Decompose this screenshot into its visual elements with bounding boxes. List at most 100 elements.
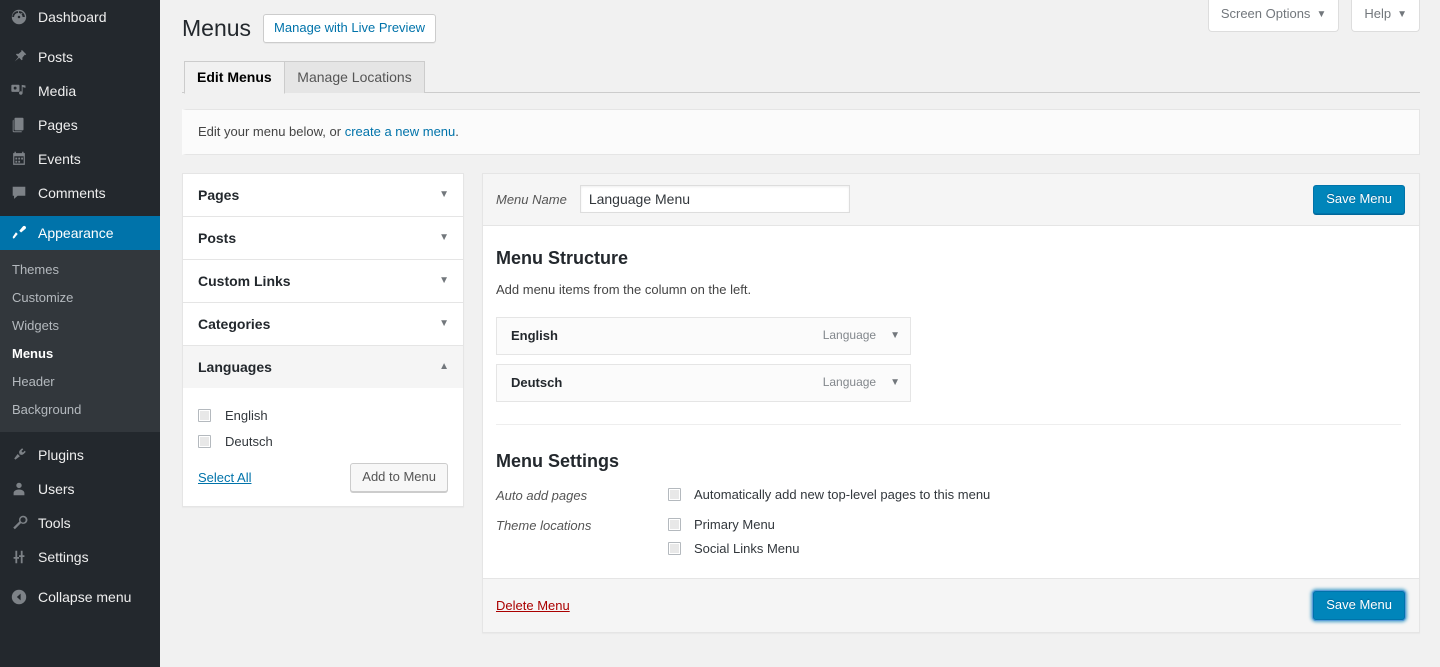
auto-add-option-row: Automatically add new top-level pages to…	[668, 487, 1401, 502]
page-wrap: Menus Manage with Live Preview Edit Menu…	[160, 0, 1440, 633]
accordion-title-languages[interactable]: Languages ▲	[183, 346, 463, 388]
theme-locations-options: Primary Menu Social Links Menu	[668, 517, 1401, 556]
tab-bar: Edit Menus Manage Locations	[182, 60, 1420, 93]
sliders-icon	[10, 547, 36, 567]
accordion-section-custom-links: Custom Links ▼	[183, 260, 463, 303]
sidebar-item-users[interactable]: Users	[0, 472, 160, 506]
auto-add-pages-row: Auto add pages Automatically add new top…	[496, 487, 1401, 503]
sidebar-item-label: Plugins	[36, 448, 84, 462]
checkbox-auto-add-pages[interactable]	[668, 488, 681, 501]
auto-add-pages-options: Automatically add new top-level pages to…	[668, 487, 1401, 503]
notice-text-before: Edit your menu below, or	[198, 124, 345, 139]
languages-panel-footer: Select All Add to Menu	[198, 463, 448, 492]
languages-panel-body: English Deutsch Select All Add to Menu	[183, 388, 463, 506]
accordion-title-pages[interactable]: Pages ▼	[183, 174, 463, 216]
pages-icon	[10, 115, 36, 135]
save-menu-button-top[interactable]: Save Menu	[1313, 185, 1405, 214]
user-icon	[10, 479, 36, 499]
save-menu-button-bottom[interactable]: Save Menu	[1313, 591, 1405, 620]
wrench-icon	[10, 513, 36, 533]
sidebar-item-label: Events	[36, 152, 81, 166]
chevron-up-icon: ▲	[439, 361, 449, 372]
menu-management-panel: Menu Name Save Menu Menu Structure Add m…	[482, 173, 1420, 633]
menu-footer: Delete Menu Save Menu	[483, 578, 1419, 632]
media-icon	[10, 81, 36, 101]
checkbox-label: Deutsch	[225, 434, 273, 449]
select-all-link[interactable]: Select All	[198, 470, 251, 485]
chevron-down-icon: ▼	[439, 275, 449, 286]
checkbox-label: English	[225, 408, 268, 423]
tab-edit-menus[interactable]: Edit Menus	[184, 61, 285, 94]
sidebar-item-label: Users	[36, 482, 75, 496]
checkbox-english[interactable]	[198, 409, 211, 422]
menu-item-title: English	[511, 328, 558, 343]
manage-with-live-preview-button[interactable]: Manage with Live Preview	[263, 14, 436, 43]
auto-add-pages-label: Auto add pages	[496, 487, 668, 503]
menu-item-title: Deutsch	[511, 375, 562, 390]
checkbox-label: Primary Menu	[694, 517, 775, 532]
chevron-down-icon[interactable]: ▼	[890, 377, 900, 388]
sidebar-item-events[interactable]: Events	[0, 142, 160, 176]
theme-locations-label: Theme locations	[496, 517, 668, 556]
submenu-item-themes[interactable]: Themes	[0, 256, 160, 284]
sidebar-item-collapse-menu[interactable]: Collapse menu	[0, 580, 160, 614]
create-a-new-menu-link[interactable]: create a new menu	[345, 124, 456, 139]
menu-item-row[interactable]: Deutsch Language ▼	[496, 364, 911, 402]
add-menu-items-panel: Pages ▼ Posts ▼ Custom Links ▼	[182, 173, 464, 507]
sidebar-item-label: Settings	[36, 550, 89, 564]
submenu-item-background[interactable]: Background	[0, 396, 160, 424]
menu-body: Menu Structure Add menu items from the c…	[483, 226, 1419, 578]
menu-settings-section: Menu Settings Auto add pages Automatical…	[496, 425, 1401, 556]
theme-location-option-row: Social Links Menu	[668, 541, 1401, 556]
sidebar-item-pages[interactable]: Pages	[0, 108, 160, 142]
edit-menu-notice: Edit your menu below, or create a new me…	[182, 109, 1420, 155]
checkbox-primary-menu[interactable]	[668, 518, 681, 531]
tab-manage-locations[interactable]: Manage Locations	[284, 61, 424, 93]
delete-menu-link[interactable]: Delete Menu	[496, 598, 570, 613]
accordion-title-custom-links[interactable]: Custom Links ▼	[183, 260, 463, 302]
accordion-title-categories[interactable]: Categories ▼	[183, 303, 463, 345]
accordion-section-categories: Categories ▼	[183, 303, 463, 346]
sidebar-item-label: Tools	[36, 516, 71, 530]
appearance-submenu: Themes Customize Widgets Menus Header Ba…	[0, 250, 160, 432]
submenu-item-customize[interactable]: Customize	[0, 284, 160, 312]
chevron-down-icon[interactable]: ▼	[890, 330, 900, 341]
page-title: Menus	[182, 14, 251, 43]
accordion-label: Custom Links	[198, 273, 291, 289]
checkbox-social-links-menu[interactable]	[668, 542, 681, 555]
sidebar-item-dashboard[interactable]: Dashboard	[0, 0, 160, 34]
sidebar-item-settings[interactable]: Settings	[0, 540, 160, 574]
admin-sidebar: Dashboard Posts Media Pages Events Comme…	[0, 0, 160, 667]
sidebar-item-comments[interactable]: Comments	[0, 176, 160, 210]
menu-item-row[interactable]: English Language ▼	[496, 317, 911, 355]
submenu-item-menus[interactable]: Menus	[0, 340, 160, 368]
submenu-item-widgets[interactable]: Widgets	[0, 312, 160, 340]
menu-settings-heading: Menu Settings	[496, 449, 1401, 473]
sidebar-item-tools[interactable]: Tools	[0, 506, 160, 540]
sidebar-item-label: Media	[36, 84, 76, 98]
menu-name-input[interactable]	[580, 185, 850, 213]
menu-structure-description: Add menu items from the column on the le…	[496, 282, 1401, 297]
sidebar-item-plugins[interactable]: Plugins	[0, 438, 160, 472]
accordion-section-pages: Pages ▼	[183, 174, 463, 217]
checkbox-deutsch[interactable]	[198, 435, 211, 448]
notice-text-after: .	[455, 124, 459, 139]
collapse-icon	[10, 587, 36, 607]
accordion-title-posts[interactable]: Posts ▼	[183, 217, 463, 259]
sidebar-item-label: Posts	[36, 50, 73, 64]
menu-editor-columns: Pages ▼ Posts ▼ Custom Links ▼	[182, 173, 1420, 633]
add-to-menu-button[interactable]: Add to Menu	[350, 463, 448, 492]
theme-locations-row: Theme locations Primary Menu Social Link…	[496, 517, 1401, 556]
sidebar-item-appearance[interactable]: Appearance	[0, 216, 160, 250]
sidebar-item-media[interactable]: Media	[0, 74, 160, 108]
brush-icon	[10, 223, 36, 243]
menu-structure-heading: Menu Structure	[496, 246, 1401, 270]
main-content: Screen Options▼ Help▼ Menus Manage with …	[160, 0, 1440, 667]
sidebar-item-posts[interactable]: Posts	[0, 40, 160, 74]
plug-icon	[10, 445, 36, 465]
sidebar-item-label: Appearance	[36, 226, 114, 240]
chevron-down-icon: ▼	[439, 318, 449, 329]
submenu-item-header[interactable]: Header	[0, 368, 160, 396]
language-checkbox-row: Deutsch	[198, 434, 448, 449]
accordion-section-languages: Languages ▲ English Deutsch S	[183, 346, 463, 506]
